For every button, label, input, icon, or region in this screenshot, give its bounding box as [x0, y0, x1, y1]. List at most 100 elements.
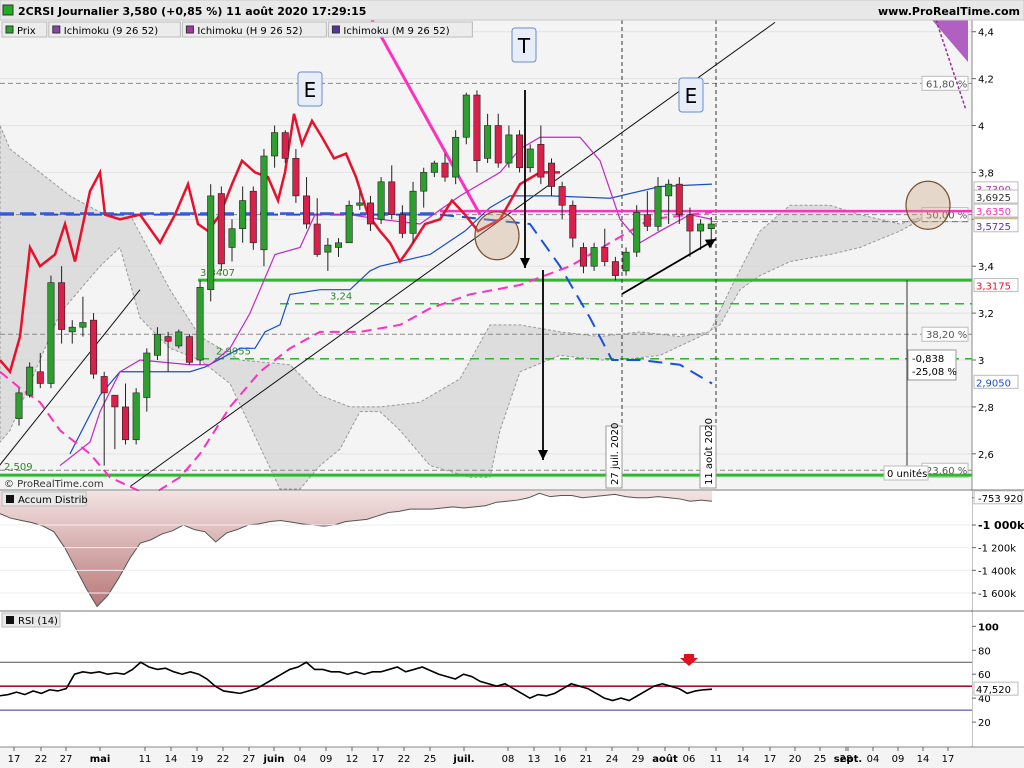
- level-label: 3,24: [330, 292, 352, 303]
- legend-swatch: [52, 25, 61, 34]
- candle-down: [398, 214, 406, 234]
- candle-up: [526, 148, 534, 169]
- chart-root: 61,80 % 50,00 % 38,20 % 23,60 % 3,3407 3,24 2,…: [0, 0, 1024, 768]
- candle-up: [697, 223, 705, 232]
- price-tick-label: 4: [978, 122, 984, 133]
- candle-up: [462, 94, 470, 138]
- legend-label: Ichimoku (M 9 26 52): [343, 26, 449, 37]
- x-tick-label: 16: [554, 754, 567, 765]
- candle-up: [175, 331, 183, 347]
- legend-swatch: [5, 25, 14, 34]
- x-tick-label: 09: [320, 754, 333, 765]
- wave-label-e: E: [685, 84, 698, 108]
- candle-down: [249, 190, 257, 244]
- candle-up: [79, 322, 87, 328]
- candle-down: [516, 134, 524, 169]
- chart-canvas[interactable]: 61,80 %50,00 %38,20 %23,60 %3,34073,242,…: [0, 0, 1024, 768]
- candle-up: [153, 333, 161, 356]
- candle-up: [665, 183, 673, 197]
- x-tick-label: sept.: [834, 754, 862, 765]
- x-tick-label: 22: [217, 754, 230, 765]
- candle-up: [505, 134, 513, 164]
- legend-swatch: [185, 25, 194, 34]
- accum-swatch: [6, 495, 14, 503]
- price-tick-label: 4,4: [978, 28, 994, 39]
- candle-up: [622, 251, 630, 272]
- x-tick-label: 22: [35, 754, 48, 765]
- x-tick-label: 24: [606, 754, 619, 765]
- date-label-27-juil: 27 juil. 2020: [610, 423, 621, 485]
- price-badge-label: 2,9050: [976, 378, 1011, 389]
- fibonacci-label: 38,20 %: [926, 330, 967, 341]
- candle-down: [366, 202, 374, 225]
- candle-up: [590, 247, 598, 267]
- candle-up: [26, 366, 34, 396]
- x-tick-label: 13: [528, 754, 541, 765]
- candle-down: [473, 94, 481, 162]
- candle-down: [122, 406, 130, 441]
- units-label: 0 unités: [887, 468, 927, 480]
- candle-up: [324, 244, 332, 253]
- x-tick-label: 04: [294, 754, 307, 765]
- measure-percent: -25,08 %: [912, 367, 957, 378]
- x-tick-label: 11: [710, 754, 723, 765]
- rsi-tick-label: 60: [978, 670, 991, 681]
- x-tick-label: 14: [737, 754, 750, 765]
- candle-up: [484, 125, 492, 159]
- x-tick-label: 19: [191, 754, 204, 765]
- candle-down: [292, 158, 300, 197]
- chart-title: 2CRSI Journalier 3,580 (+0,85 %) 11 août…: [18, 5, 366, 18]
- candle-down: [569, 204, 577, 239]
- candle-up: [132, 392, 140, 441]
- accum-tick-label: -1 400k: [978, 566, 1016, 577]
- header-icon: [2, 4, 14, 16]
- date-label-11-aout: 11 août 2020: [703, 418, 715, 485]
- highlight-circle: [474, 211, 520, 261]
- candle-down: [441, 162, 449, 178]
- candle-up: [15, 392, 23, 419]
- support-label: 2,509: [4, 462, 33, 473]
- price-tick-label: 4,2: [978, 75, 994, 86]
- accum-tick-label: -1 000k: [978, 519, 1024, 532]
- x-tick-label: 09: [892, 754, 905, 765]
- x-tick-label: 29: [632, 754, 645, 765]
- candle-down: [111, 394, 119, 408]
- legend-label: Ichimoku (H 9 26 52): [197, 26, 302, 37]
- rsi-swatch: [6, 616, 14, 624]
- candle-down: [643, 214, 651, 227]
- candle-down: [558, 186, 566, 206]
- price-badge-label: 3,5725: [976, 222, 1011, 233]
- price-tick-label: 3,8: [978, 168, 994, 179]
- candle-up: [68, 326, 76, 333]
- candle-down: [100, 376, 108, 394]
- x-tick-label: 22: [398, 754, 411, 765]
- x-tick-label: 11: [139, 754, 152, 765]
- x-tick-label: 17: [372, 754, 385, 765]
- candle-up: [271, 132, 279, 157]
- fibonacci-label: 61,80 %: [926, 79, 967, 90]
- rsi-panel-bg: [0, 612, 972, 746]
- candle-down: [90, 319, 98, 375]
- accum-tick-label: -1 600k: [978, 589, 1016, 600]
- candle-down: [58, 282, 66, 330]
- x-tick-label: août: [652, 753, 678, 765]
- price-tick-label: 2,6: [978, 450, 994, 461]
- candle-up: [633, 211, 641, 253]
- x-tick-label: 14: [165, 754, 178, 765]
- accum-tick-label: -753 920: [978, 494, 1023, 505]
- x-tick-label: 21: [580, 754, 593, 765]
- candle-down: [675, 183, 683, 215]
- price-tick-label: 3,4: [978, 262, 994, 273]
- candle-up: [196, 287, 204, 361]
- accum-tick-label: -1 200k: [978, 544, 1016, 555]
- candle-up: [430, 162, 438, 173]
- rsi-tick-label: 100: [978, 622, 999, 633]
- x-tick-label: 08: [502, 754, 515, 765]
- price-badge-label: 3,3175: [976, 282, 1011, 293]
- price-tick-label: 3,2: [978, 309, 994, 320]
- candle-up: [654, 186, 662, 227]
- candle-up: [707, 223, 715, 230]
- candle-down: [547, 162, 555, 187]
- candle-down: [601, 247, 609, 262]
- candle-up: [452, 136, 460, 178]
